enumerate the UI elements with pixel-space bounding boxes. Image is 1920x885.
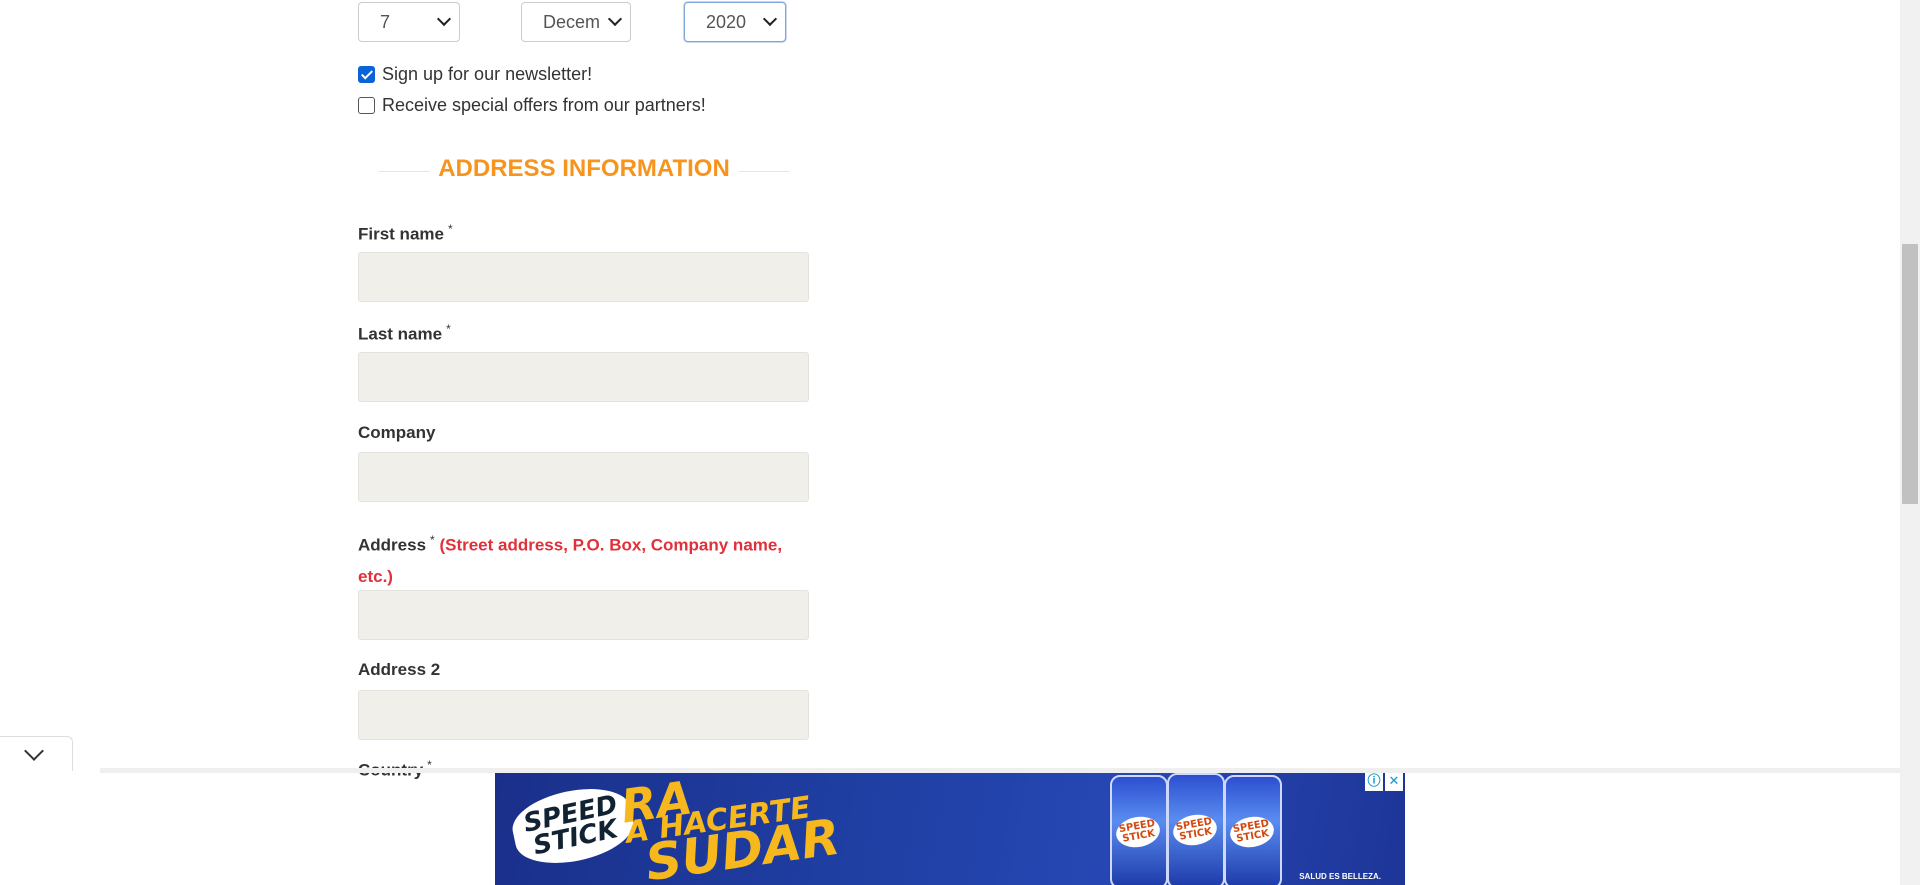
chevron-down-icon	[436, 11, 452, 27]
company-label-text: Company	[358, 423, 436, 442]
address2-input[interactable]	[358, 690, 809, 740]
info-icon[interactable]: ⓘ	[1365, 773, 1383, 791]
ad-product-label: SPEED STICK	[1170, 811, 1220, 849]
ad-product-image: SPEED STICK	[1167, 773, 1225, 885]
required-marker: *	[447, 222, 453, 236]
partner-offers-checkbox-row[interactable]: Receive special offers from our partners…	[358, 95, 706, 116]
newsletter-label: Sign up for our newsletter!	[382, 64, 593, 84]
day-select-value: 7	[380, 12, 391, 32]
required-marker: *	[446, 322, 451, 336]
partner-offers-checkbox[interactable]	[358, 97, 375, 114]
first-name-input[interactable]	[358, 252, 809, 302]
ad-product-image: SPEED STICK	[1110, 775, 1168, 885]
scrollbar-thumb[interactable]	[1902, 244, 1918, 504]
advertisement-banner[interactable]: SPEED STICK RA A HACERTE SUDAR SPEED STI…	[495, 773, 1405, 885]
address-input[interactable]	[358, 590, 809, 640]
ad-tagline: SALUD ES BELLEZA.	[1299, 872, 1381, 881]
chevron-down-icon	[24, 741, 44, 761]
month-select[interactable]: Decem	[521, 2, 631, 42]
ad-controls: ⓘ ✕	[1365, 773, 1403, 791]
year-select[interactable]: 2020	[684, 2, 786, 42]
month-select-value: Decem	[543, 12, 601, 32]
chevron-down-icon	[762, 11, 778, 27]
first-name-label: First name *	[358, 222, 453, 245]
close-icon[interactable]: ✕	[1385, 773, 1403, 791]
chevron-down-icon	[607, 11, 623, 27]
last-name-label: Last name *	[358, 322, 451, 345]
newsletter-checkbox[interactable]	[358, 66, 375, 83]
address-hint: (Street address, P.O. Box, Company name,	[439, 535, 783, 555]
year-select-value: 2020	[706, 12, 747, 32]
ad-product-label: SPEED STICK	[1113, 813, 1163, 851]
address2-label-text: Address 2	[358, 660, 441, 679]
last-name-input[interactable]	[358, 352, 809, 402]
ad-collapse-toggle[interactable]	[0, 736, 73, 771]
company-input[interactable]	[358, 452, 809, 502]
partner-offers-label: Receive special offers from our partners…	[382, 95, 706, 115]
page-scrollbar[interactable]	[1900, 0, 1920, 885]
address-label-text: Address	[358, 535, 427, 555]
day-select[interactable]: 7	[358, 2, 460, 42]
address-hint-continued: etc.)	[358, 566, 393, 586]
ad-product-image: SPEED STICK	[1224, 775, 1282, 885]
newsletter-checkbox-row[interactable]: Sign up for our newsletter!	[358, 64, 592, 85]
address2-label: Address 2	[358, 660, 440, 680]
company-label: Company	[358, 423, 435, 443]
required-marker: *	[430, 533, 435, 547]
address-section-heading: ADDRESS INFORMATION	[378, 152, 790, 186]
last-name-label-text: Last name	[358, 324, 443, 344]
address-label: Address * (Street address, P.O. Box, Comp…	[358, 525, 809, 592]
ad-product-label: SPEED STICK	[1227, 813, 1277, 851]
first-name-label-text: First name	[358, 224, 444, 244]
section-title: ADDRESS INFORMATION	[430, 155, 738, 183]
